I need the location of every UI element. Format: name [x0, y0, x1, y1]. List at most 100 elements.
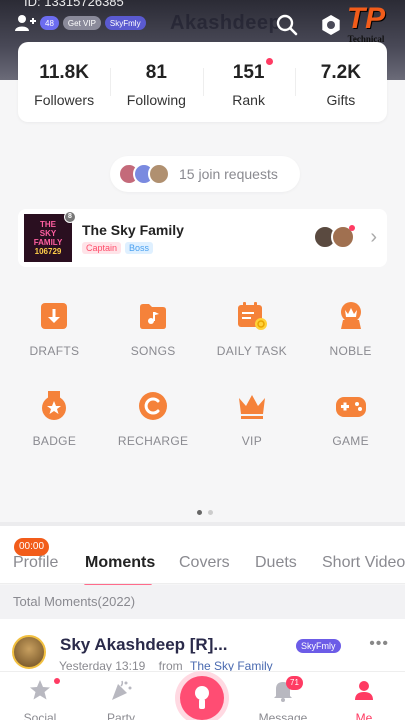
me-profile-icon	[355, 681, 373, 700]
recharge-icon	[139, 392, 168, 420]
family-tags: Captain Boss	[82, 242, 184, 254]
grid-item-recharge[interactable]: RECHARGE	[104, 390, 203, 448]
stat-gifts[interactable]: 7.2K Gifts	[294, 42, 387, 122]
grid-item-daily-task[interactable]: DAILY TASK	[203, 300, 302, 358]
stat-label: Followers	[34, 92, 95, 108]
family-logo-text: THE	[40, 220, 56, 229]
notification-dot	[54, 678, 60, 684]
avatar[interactable]	[12, 635, 46, 669]
nav-label: Message	[258, 711, 308, 720]
family-logo-text: SKY	[39, 229, 57, 238]
user-badges: 48 Get VIP SkyFmly	[14, 14, 146, 32]
stat-following[interactable]: 81 Following	[110, 42, 202, 122]
user-name: Akashdeep	[170, 12, 282, 34]
party-popper-icon	[112, 680, 132, 700]
family-level-badge: 8	[64, 211, 76, 223]
chevron-right-icon: ›	[370, 226, 377, 248]
nav-label: Party	[106, 711, 135, 720]
nav-message[interactable]: 71 Message	[253, 676, 313, 720]
family-logo: THE SKY FAMILY 106729 8	[24, 211, 76, 262]
microphone-icon	[195, 686, 209, 709]
family-info: The Sky Family Captain Boss	[82, 222, 184, 254]
join-requests-text: 15 join requests	[179, 166, 278, 182]
daily-task-icon	[237, 302, 267, 330]
level-badge: 48	[40, 16, 59, 30]
total-moments-header: Total Moments(2022)	[0, 585, 405, 619]
grid-label: BADGE	[32, 434, 77, 448]
grid-label: DAILY TASK	[216, 344, 287, 358]
drafts-icon	[41, 303, 68, 329]
moment-from: from	[158, 659, 183, 671]
notification-dot	[349, 225, 355, 231]
tab-profile[interactable]: Profile	[13, 554, 58, 572]
stat-followers[interactable]: 11.8K Followers	[18, 42, 110, 122]
nav-label: Me	[355, 711, 373, 720]
grid-item-vip[interactable]: VIP	[203, 390, 302, 448]
page-dot[interactable]	[208, 510, 213, 515]
feature-grid: DRAFTS SONGS DAILY TASK NOBLE BADGE RECH…	[5, 300, 400, 448]
vip-crown-icon	[238, 395, 265, 419]
message-count-badge: 71	[286, 676, 303, 690]
boss-tag: Boss	[125, 242, 154, 254]
more-options-icon[interactable]: •••	[369, 635, 389, 653]
gamepad-icon	[335, 397, 366, 417]
tab-duets[interactable]: Duets	[255, 554, 297, 572]
watermark-tp: TP	[346, 2, 386, 35]
content-tabs: 00:00 Profile Moments Covers Duets Short…	[0, 522, 405, 587]
grid-label: DRAFTS	[29, 344, 80, 358]
stats-card: 11.8K Followers 81 Following 151 Rank 7.…	[18, 42, 387, 122]
tab-moments[interactable]: Moments	[85, 554, 155, 572]
captain-tag: Captain	[82, 242, 122, 254]
moment-author-name[interactable]: Sky Akashdeep [R]...	[60, 635, 290, 655]
songs-icon	[140, 304, 167, 329]
stat-value: 81	[145, 62, 167, 83]
sing-microphone-button[interactable]	[180, 676, 224, 720]
grid-label: RECHARGE	[117, 434, 189, 448]
nav-label: Social	[23, 711, 57, 720]
nav-me[interactable]: Me	[334, 678, 394, 720]
family-link[interactable]: The Sky Family	[190, 659, 273, 671]
family-tag: SkyFmly	[296, 639, 341, 653]
family-members	[313, 225, 355, 249]
moment-meta: Yesterday 13:19 from The Sky Family	[59, 659, 273, 671]
noble-icon	[340, 302, 361, 329]
stat-value: 11.8K	[39, 62, 89, 83]
grid-label: VIP	[241, 434, 262, 448]
stat-rank[interactable]: 151 Rank	[202, 42, 295, 122]
stat-label: Following	[126, 92, 186, 108]
family-name: The Sky Family	[82, 222, 184, 238]
grid-label: GAME	[332, 434, 369, 448]
grid-item-songs[interactable]: SONGS	[104, 300, 203, 358]
stat-value: 7.2K	[320, 62, 361, 83]
family-logo-number: 106729	[34, 247, 62, 256]
tab-covers[interactable]: Covers	[179, 554, 230, 572]
page-indicator	[197, 510, 213, 515]
notification-dot	[265, 58, 273, 65]
avatar	[148, 163, 170, 185]
moment-item[interactable]: Sky Akashdeep [R]... SkyFmly ••• Yesterd…	[0, 619, 405, 671]
get-vip-badge[interactable]: Get VIP	[62, 16, 101, 30]
join-requests-pill[interactable]: 15 join requests	[110, 156, 300, 192]
add-user-icon[interactable]	[14, 14, 36, 32]
avatar	[331, 225, 355, 249]
nav-party[interactable]: Party	[91, 678, 151, 720]
family-logo-text: FAMILY	[33, 238, 63, 247]
family-badge: SkyFmly	[104, 16, 146, 30]
badge-icon	[42, 391, 67, 420]
page-dot-active	[197, 510, 202, 515]
stat-label: Gifts	[326, 92, 356, 108]
stat-value: 151	[232, 62, 265, 83]
tab-short-video[interactable]: Short Video	[322, 554, 405, 572]
nav-social[interactable]: Social	[10, 678, 70, 720]
family-card[interactable]: THE SKY FAMILY 106729 8 The Sky Family C…	[18, 209, 387, 267]
user-id: ID: 13315726385	[24, 0, 124, 9]
search-icon[interactable]	[276, 14, 298, 36]
stat-label: Rank	[232, 92, 265, 108]
grid-item-drafts[interactable]: DRAFTS	[5, 300, 104, 358]
profile-screen: ID: 13315726385 48 Get VIP SkyFmly Akash…	[0, 0, 405, 720]
grid-label: SONGS	[130, 344, 176, 358]
grid-item-noble[interactable]: NOBLE	[301, 300, 400, 358]
grid-item-badge[interactable]: BADGE	[5, 390, 104, 448]
grid-item-game[interactable]: GAME	[301, 390, 400, 448]
moment-time: Yesterday 13:19	[59, 659, 146, 671]
